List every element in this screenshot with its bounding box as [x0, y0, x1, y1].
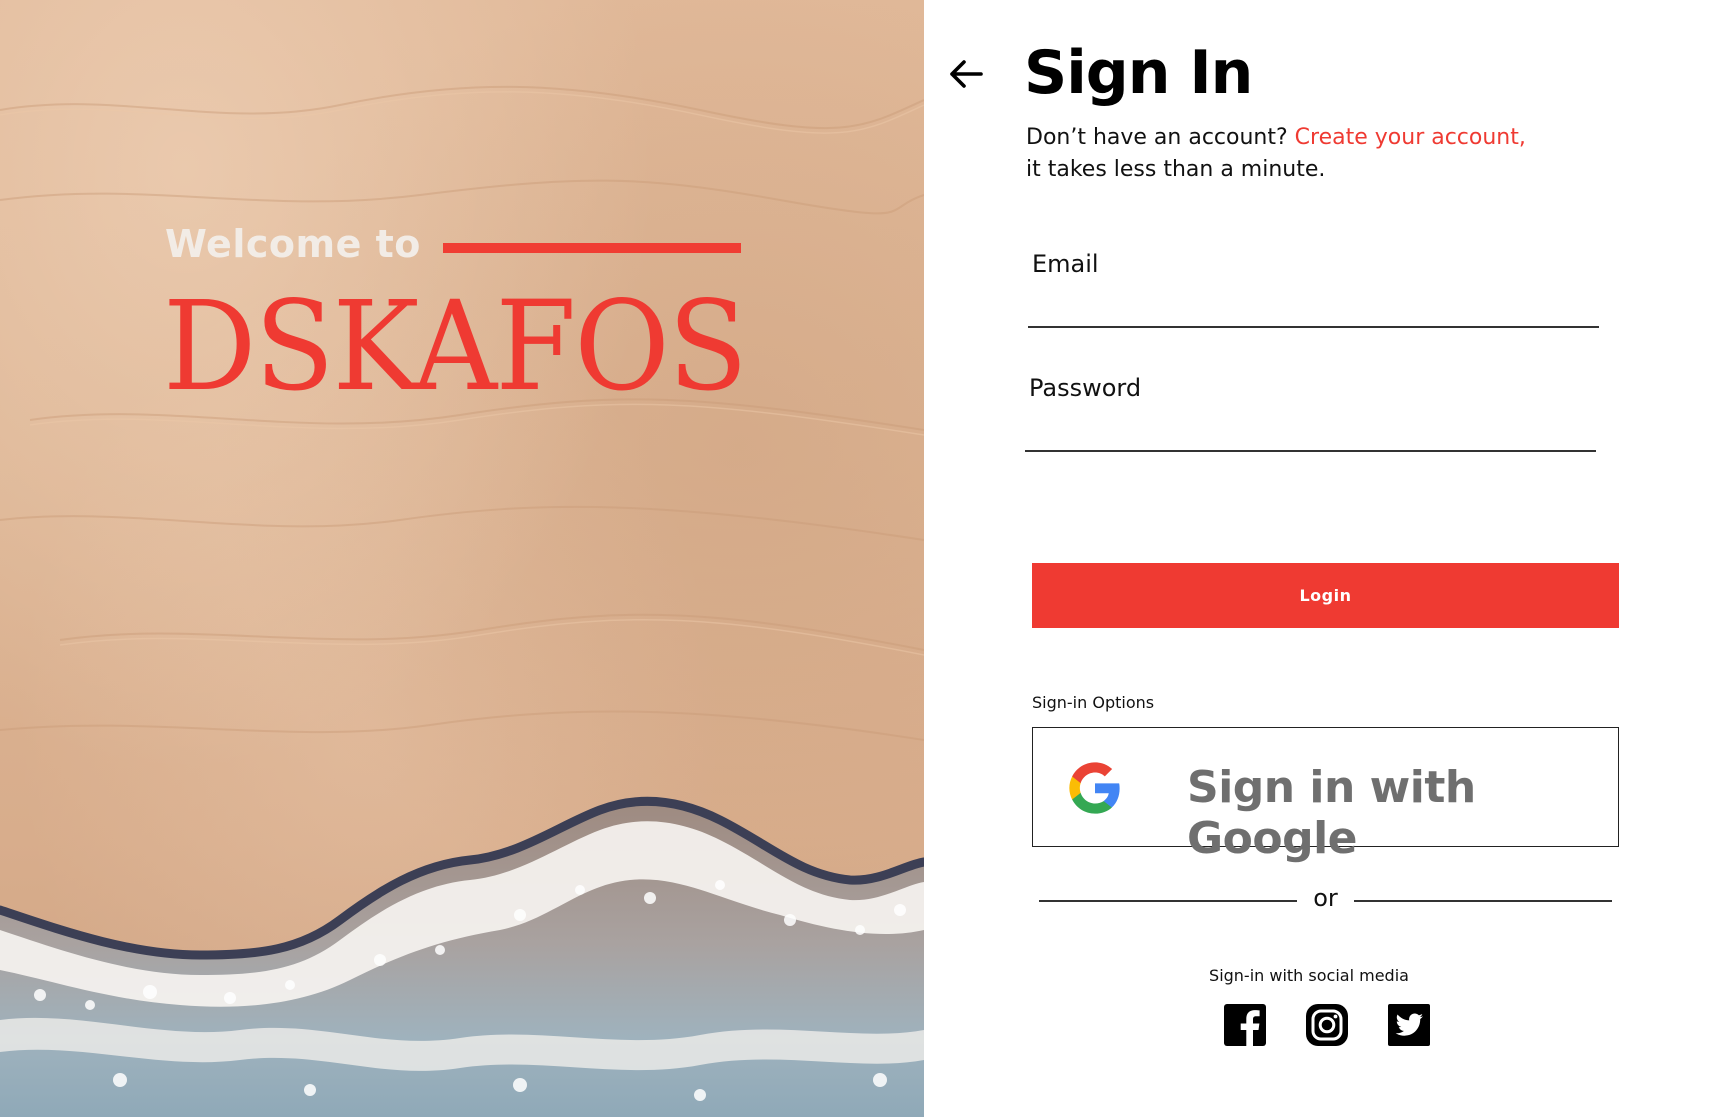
- or-divider: or: [1039, 884, 1612, 912]
- google-signin-button[interactable]: Sign in with Google: [1032, 727, 1619, 864]
- page-title: Sign In: [1024, 38, 1253, 108]
- create-account-link[interactable]: Create your account,: [1295, 125, 1526, 150]
- google-g-icon: [1069, 762, 1120, 814]
- email-label: Email: [1032, 250, 1099, 278]
- google-signin-label: Sign in with Google: [1187, 762, 1476, 864]
- welcome-accent-line: [442, 243, 741, 253]
- wave-foam: [0, 796, 924, 1117]
- instagram-icon[interactable]: [1305, 1003, 1349, 1047]
- password-field[interactable]: [1025, 418, 1596, 452]
- hero-panel: Welcome to DSKAFOS: [0, 0, 924, 1117]
- welcome-text: Welcome to: [165, 222, 421, 266]
- social-signin-label: Sign-in with social media: [1209, 966, 1409, 985]
- brand-logo-text: DSKAFOS: [163, 275, 748, 419]
- back-button[interactable]: [944, 52, 988, 96]
- password-label: Password: [1029, 374, 1142, 402]
- sand-ripples: [0, 85, 924, 741]
- or-text: or: [1313, 884, 1338, 912]
- facebook-icon[interactable]: [1223, 1003, 1267, 1047]
- twitter-icon[interactable]: [1387, 1003, 1431, 1047]
- signup-prompt-text: Don’t have an account?: [1026, 125, 1288, 150]
- divider-line-right: [1354, 900, 1612, 902]
- arrow-left-icon: [950, 60, 983, 88]
- signup-prompt-tail: it takes less than a minute.: [1026, 157, 1326, 182]
- welcome-row: Welcome to: [165, 222, 741, 266]
- email-field[interactable]: [1028, 294, 1599, 328]
- signin-options-label: Sign-in Options: [1032, 693, 1155, 712]
- social-icons-row: [1223, 1003, 1431, 1047]
- signup-prompt: Don’t have an account? Create your accou…: [1026, 122, 1586, 186]
- signin-panel: Sign In Don’t have an account? Create yo…: [924, 0, 1728, 1117]
- login-button[interactable]: Login: [1032, 563, 1619, 628]
